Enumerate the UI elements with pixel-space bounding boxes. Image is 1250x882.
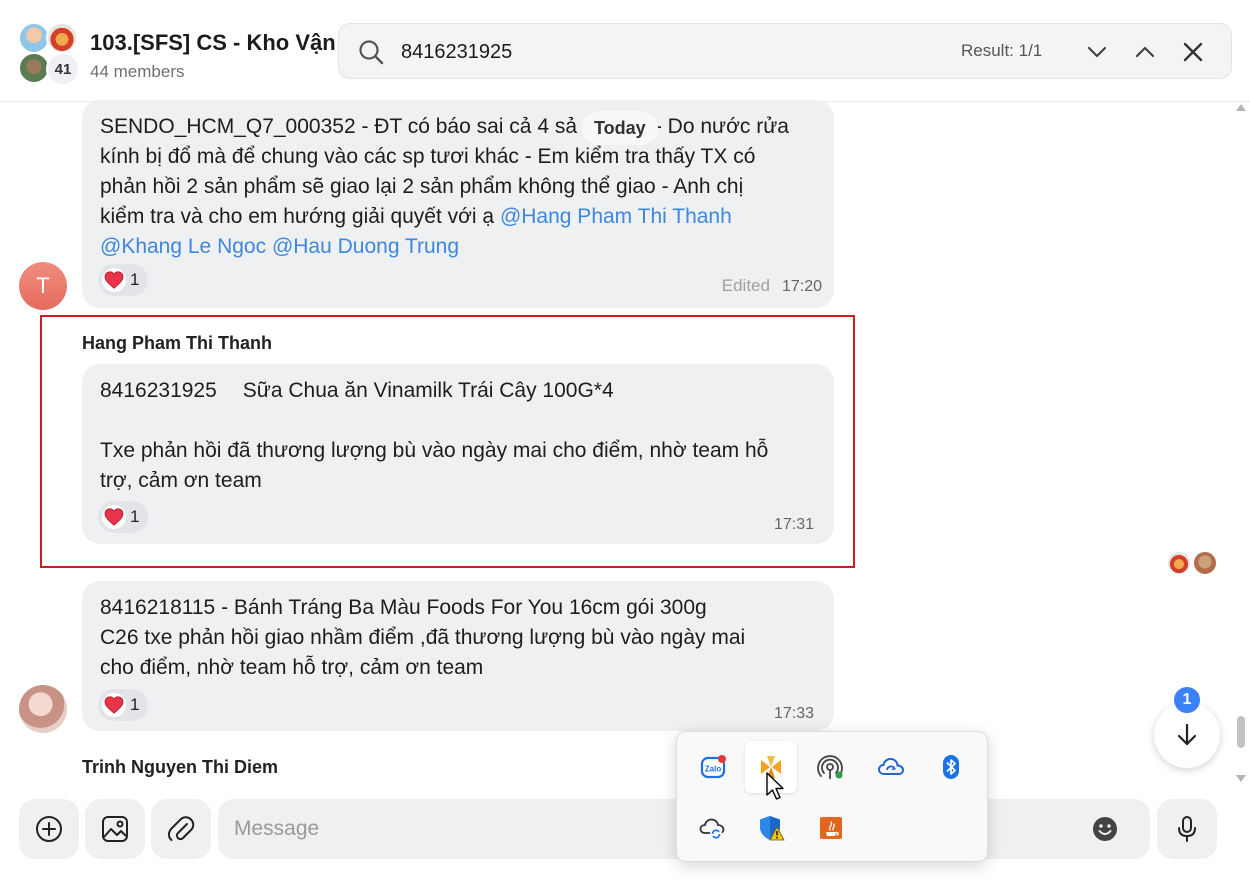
close-icon: [1183, 42, 1203, 62]
emoji-icon: [1093, 817, 1117, 841]
reaction-badge[interactable]: 1: [98, 264, 149, 296]
security-warning-icon: [760, 816, 785, 841]
cloud-sync-icon: [877, 757, 905, 775]
mention-link[interactable]: @Hang Pham Thi Thanh: [500, 205, 732, 228]
zalo-icon: Zalo: [700, 755, 726, 779]
system-tray-overflow: Zalo: [676, 731, 988, 862]
search-result-count: Result: 1/1: [961, 41, 1043, 60]
svg-text:Zalo: Zalo: [705, 765, 722, 774]
message-bubble[interactable]: 8416218115 - Bánh Tráng Ba Màu Foods For…: [82, 581, 834, 731]
photo-button[interactable]: [85, 799, 145, 859]
group-title[interactable]: 103.[SFS] CS - Kho Vận: [90, 30, 336, 56]
message-text: SENDO_HCM_Q7_000352 - ĐT có báo sai cả 4…: [100, 115, 789, 258]
scroll-down-arrow[interactable]: [1236, 775, 1246, 782]
tray-item-java[interactable]: [805, 802, 857, 854]
message-text: 8416218115 - Bánh Tráng Ba Màu Foods For…: [100, 596, 746, 679]
avatar: [1193, 551, 1217, 575]
heart-icon: [102, 505, 126, 529]
message-text: 8416231925 Sữa Chua ăn Vinamilk Trái Cây …: [100, 379, 769, 492]
tray-item-security[interactable]: [745, 802, 797, 854]
attach-button[interactable]: [151, 799, 211, 859]
tray-item-cloud-sync[interactable]: [865, 741, 917, 793]
app-orange-icon: [761, 756, 781, 778]
avatar[interactable]: T: [19, 262, 67, 310]
message-bubble[interactable]: SENDO_HCM_Q7_000352 - ĐT có báo sai cả 4…: [82, 100, 834, 308]
voice-button[interactable]: [1157, 799, 1217, 859]
date-separator: Today: [582, 111, 658, 145]
unread-count-badge: 1: [1172, 685, 1202, 715]
avatar: [1167, 551, 1191, 575]
heart-icon: [102, 693, 126, 717]
chevron-up-icon: [1135, 46, 1155, 58]
message-time: 17:31: [773, 516, 814, 533]
image-icon: [102, 816, 128, 842]
edited-label: Edited: [721, 276, 770, 295]
close-search-button[interactable]: [1177, 36, 1209, 68]
search-input[interactable]: [401, 34, 921, 70]
message-bubble[interactable]: 8416231925 Sữa Chua ăn Vinamilk Trái Cây …: [82, 364, 834, 544]
tray-item-zalo[interactable]: Zalo: [687, 741, 739, 793]
reaction-badge[interactable]: 1: [98, 501, 149, 533]
emoji-button[interactable]: [1090, 814, 1120, 844]
search-bar: Result: 1/1: [338, 23, 1232, 79]
scrollbar-thumb[interactable]: [1237, 716, 1245, 748]
microphone-icon: [1178, 816, 1196, 842]
group-avatar[interactable]: 41: [18, 22, 80, 86]
message-time: 17:20: [781, 278, 822, 295]
chat-header: 41 103.[SFS] CS - Kho Vận 44 members Res…: [0, 0, 1250, 102]
chevron-down-icon: [1087, 46, 1107, 58]
scroll-up-arrow[interactable]: [1236, 104, 1246, 111]
message-time: 17:33: [773, 705, 814, 722]
java-icon: [820, 817, 842, 839]
mention-link[interactable]: @Hau Duong Trung: [272, 235, 459, 258]
search-icon: [359, 40, 384, 65]
avatar[interactable]: [19, 685, 67, 733]
reaction-badge[interactable]: 1: [98, 689, 149, 721]
tray-item-onedrive[interactable]: [687, 802, 739, 854]
arrow-down-icon: [1177, 723, 1197, 746]
tray-item-orange-app[interactable]: [745, 741, 797, 793]
plus-circle-icon: [36, 816, 62, 842]
member-avatar: [46, 22, 78, 54]
mention-link[interactable]: @Khang Le Ngoc: [100, 235, 266, 258]
onedrive-icon: [699, 818, 725, 840]
add-button[interactable]: [19, 799, 79, 859]
next-result-button[interactable]: [1081, 36, 1113, 68]
sender-name[interactable]: Trinh Nguyen Thi Diem: [82, 757, 278, 778]
paperclip-icon: [167, 816, 195, 841]
tray-item-bluetooth[interactable]: [925, 741, 977, 793]
sender-name[interactable]: Hang Pham Thi Thanh: [82, 333, 272, 354]
group-member-count[interactable]: 44 members: [90, 62, 184, 82]
heart-icon: [102, 268, 126, 292]
wireless-icon: [817, 755, 843, 779]
read-receipts[interactable]: [1167, 551, 1219, 575]
bluetooth-icon: [943, 755, 959, 779]
tray-item-wireless[interactable]: [805, 741, 857, 793]
member-count-badge: 41: [46, 52, 80, 86]
previous-result-button[interactable]: [1129, 36, 1161, 68]
